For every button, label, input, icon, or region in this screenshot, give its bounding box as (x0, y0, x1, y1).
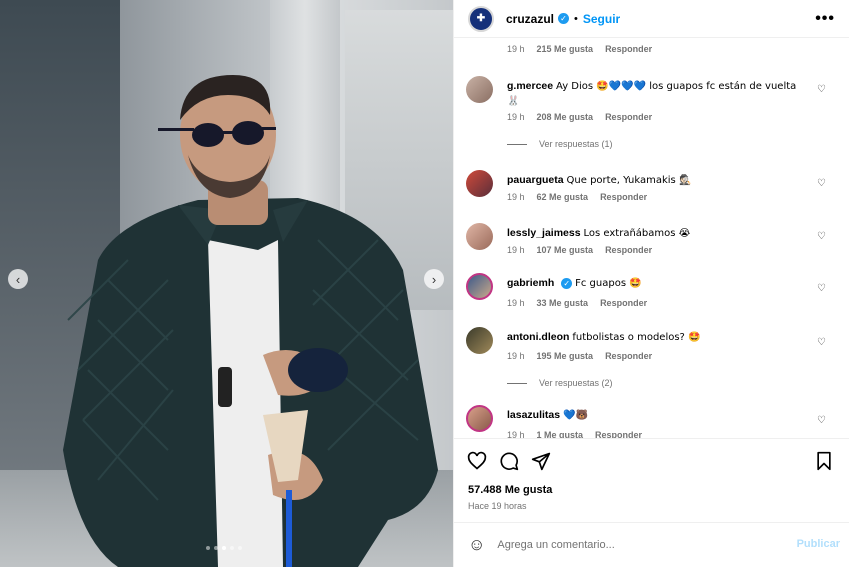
comment-likes[interactable]: 62 Me gusta (537, 192, 589, 202)
comment-meta: 19 h 208 Me gusta Responder (507, 112, 652, 122)
post-time: Hace 19 horas (468, 501, 527, 511)
reply-button[interactable]: Responder (605, 351, 652, 361)
comment-time: 19 h (507, 351, 525, 361)
comment-text: Los extrañábamos 😭 (583, 228, 691, 239)
comment-likes[interactable]: 208 Me gusta (537, 112, 594, 122)
chevron-left-icon: ‹ (15, 271, 21, 287)
chevron-right-icon: › (431, 271, 437, 287)
comment-body: g.mercee Ay Dios 🤩💙💙💙 los guapos fc está… (507, 79, 807, 109)
reply-button[interactable]: Responder (605, 245, 652, 255)
comment-username[interactable]: antoni.dleon (507, 331, 569, 343)
comment-meta: 19 h 195 Me gusta Responder (507, 351, 652, 361)
reply-button[interactable]: Responder (595, 430, 642, 438)
comment-input[interactable] (497, 539, 778, 551)
comment-likes[interactable]: 107 Me gusta (537, 245, 594, 255)
avatar[interactable] (466, 76, 493, 103)
post-image[interactable]: ‹ › (0, 0, 453, 567)
comment-icon[interactable] (499, 451, 519, 471)
view-replies-label: Ver respuestas (1) (539, 139, 613, 149)
comment-username[interactable]: lessly_jaimess (507, 227, 581, 239)
comment-username[interactable]: pauargueta (507, 174, 564, 186)
post-header: ✚ cruzazul ✓ • Seguir ••• (454, 0, 849, 38)
header-username[interactable]: cruzazul (506, 12, 554, 26)
comment-text: Fc guapos 🤩 (575, 278, 642, 289)
person-illustration (63, 75, 438, 567)
heart-icon[interactable]: ♡ (817, 415, 828, 426)
avatar[interactable] (466, 223, 493, 250)
avatar[interactable]: ✚ (468, 5, 494, 32)
comment-text: Que porte, Yukamakis 🕵🏻 (566, 175, 692, 186)
heart-icon[interactable]: ♡ (817, 84, 828, 95)
carousel-dot (214, 546, 218, 550)
comment-body: lasazulitas 💙🐻 (507, 408, 807, 423)
comment-time: 19 h (507, 430, 525, 438)
carousel-indicator (206, 546, 242, 550)
emoji-icon[interactable]: ☺ (468, 535, 485, 555)
comment-text: 💙🐻 (563, 410, 588, 421)
carousel-dot (238, 546, 242, 550)
carousel-next-button[interactable]: › (424, 269, 444, 289)
publish-button[interactable]: Publicar (797, 538, 840, 550)
comment-text: futbolistas o modelos? 🤩 (572, 332, 701, 343)
heart-icon[interactable]: ♡ (817, 283, 828, 294)
comment-username[interactable]: gabriemh (507, 277, 554, 289)
avatar[interactable] (466, 170, 493, 197)
follow-button[interactable]: Seguir (583, 12, 620, 26)
header-separator: • (574, 12, 578, 25)
view-replies-button[interactable]: Ver respuestas (2) (507, 378, 613, 388)
comment-time: 19 h (507, 192, 525, 202)
comment-meta: 19 h 62 Me gusta Responder (507, 192, 647, 202)
comment-meta: 19 h 33 Me gusta Responder (507, 298, 647, 308)
comment-time: 19 h (507, 245, 525, 255)
reply-button[interactable]: Responder (600, 298, 647, 308)
heart-icon[interactable]: ♡ (817, 231, 828, 242)
more-options-button[interactable]: ••• (815, 10, 835, 28)
view-replies-button[interactable]: Ver respuestas (1) (507, 139, 613, 149)
comment-likes[interactable]: 1 Me gusta (537, 430, 584, 438)
heart-icon[interactable]: ♡ (817, 337, 828, 348)
add-comment-bar: ☺ Publicar (454, 522, 849, 567)
reply-button[interactable]: Responder (605, 112, 652, 122)
bookmark-icon[interactable] (814, 451, 834, 471)
post-sidebar: ✚ cruzazul ✓ • Seguir ••• 19 h 215 Me gu… (453, 0, 849, 567)
view-replies-label: Ver respuestas (2) (539, 378, 613, 388)
comment-likes[interactable]: 215 Me gusta (537, 44, 594, 54)
avatar[interactable] (466, 273, 493, 300)
comment-body: gabriemh ✓ Fc guapos 🤩 (507, 276, 807, 291)
carousel-dot (230, 546, 234, 550)
verified-badge-icon: ✓ (558, 13, 570, 24)
comment-body: lessly_jaimess Los extrañábamos 😭 (507, 226, 807, 241)
carousel-dot (206, 546, 210, 550)
comment-likes[interactable]: 195 Me gusta (537, 351, 594, 361)
carousel-prev-button[interactable]: ‹ (8, 269, 28, 289)
comment-time: 19 h (507, 44, 525, 54)
comment-username[interactable]: lasazulitas (507, 409, 560, 421)
comment-meta: 19 h 215 Me gusta Responder (507, 44, 652, 54)
comment-meta: 19 h 107 Me gusta Responder (507, 245, 652, 255)
reply-button[interactable]: Responder (605, 44, 652, 54)
heart-icon[interactable]: ♡ (817, 178, 828, 189)
comment-likes[interactable]: 33 Me gusta (537, 298, 589, 308)
share-icon[interactable] (531, 451, 551, 471)
avatar[interactable] (466, 405, 493, 432)
verified-badge-icon: ✓ (561, 278, 573, 289)
replies-divider (507, 143, 527, 145)
comment-time: 19 h (507, 298, 525, 308)
comments-list[interactable]: 19 h 215 Me gusta Responder g.mercee Ay … (454, 38, 849, 438)
likes-count[interactable]: 57.488 Me gusta (468, 484, 552, 496)
heart-icon[interactable] (467, 451, 487, 471)
comment-meta: 19 h 1 Me gusta Responder (507, 430, 642, 438)
carousel-dot (222, 546, 226, 550)
comment-time: 19 h (507, 112, 525, 122)
replies-divider (507, 382, 527, 384)
reply-button[interactable]: Responder (600, 192, 647, 202)
post-actions: 57.488 Me gusta Hace 19 horas (454, 438, 849, 522)
comment-body: pauargueta Que porte, Yukamakis 🕵🏻 (507, 173, 807, 188)
comment-username[interactable]: g.mercee (507, 80, 553, 92)
comment-body: antoni.dleon futbolistas o modelos? 🤩 (507, 330, 807, 345)
post-dialog: ‹ › ✚ cruzazul ✓ • Seguir ••• 19 h 215 M… (0, 0, 849, 567)
avatar[interactable] (466, 327, 493, 354)
